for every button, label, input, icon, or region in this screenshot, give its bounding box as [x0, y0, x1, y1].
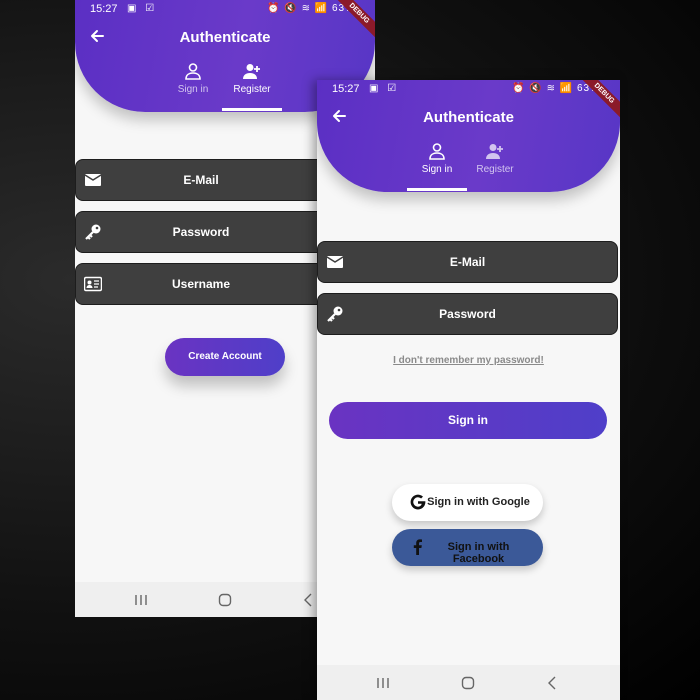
tab-register[interactable]: Register [465, 142, 525, 175]
create-account-button[interactable]: Create Account [165, 338, 285, 376]
status-bar: 15:27 ▣ ☑ ⏰ 🔇 ≋ 📶 63% [317, 80, 620, 98]
tab-label: Sign in [421, 164, 453, 175]
home-icon[interactable] [460, 675, 476, 691]
tab-label: Register [476, 164, 514, 175]
forgot-password-link[interactable]: I don't remember my password! [317, 355, 620, 366]
active-tab-indicator [407, 188, 467, 191]
password-field[interactable]: Password [75, 211, 327, 253]
google-label: Sign in with Google [427, 496, 530, 508]
password-field[interactable]: Password [317, 293, 618, 335]
facebook-sign-in-button[interactable]: Sign in with Facebook [392, 529, 543, 566]
status-time: 15:27 [332, 83, 360, 95]
tab-sign-in[interactable]: Sign in [407, 142, 467, 191]
google-sign-in-button[interactable]: Sign in with Google [392, 484, 543, 521]
password-label: Password [439, 307, 496, 321]
tab-sign-in[interactable]: Sign in [163, 62, 223, 95]
recents-icon[interactable] [133, 592, 149, 608]
sign-in-screen: 15:27 ▣ ☑ ⏰ 🔇 ≋ 📶 63% DEBUG Authenticate… [317, 80, 620, 700]
password-label: Password [172, 225, 230, 239]
username-field[interactable]: Username [75, 263, 327, 305]
back-icon[interactable] [301, 592, 317, 608]
facebook-label: Sign in with Facebook [447, 541, 510, 565]
email-label: E-Mail [449, 255, 486, 269]
app-header: 15:27 ▣ ☑ ⏰ 🔇 ≋ 📶 63% DEBUG Authenticate… [317, 80, 620, 192]
sign-in-button[interactable]: Sign in [329, 402, 607, 439]
status-notification-icons: ▣ ☑ [369, 83, 400, 94]
active-tab-indicator [222, 108, 282, 111]
home-icon[interactable] [217, 592, 233, 608]
status-notification-icons: ▣ ☑ [127, 3, 158, 14]
person-icon [429, 143, 445, 160]
email-label: E-Mail [183, 173, 219, 187]
tab-register[interactable]: Register [222, 62, 282, 111]
username-label: Username [171, 277, 231, 291]
page-title: Authenticate [423, 109, 514, 126]
page-title: Authenticate [179, 29, 271, 46]
tab-label: Sign in [177, 84, 209, 95]
email-field[interactable]: E-Mail [75, 159, 327, 201]
person-add-icon [243, 64, 260, 79]
person-icon [185, 63, 201, 80]
status-time: 15:27 [90, 3, 118, 15]
email-field[interactable]: E-Mail [317, 241, 618, 283]
person-add-icon [486, 144, 503, 159]
back-icon[interactable] [545, 675, 561, 691]
recents-icon[interactable] [375, 675, 391, 691]
tab-label: Register [233, 84, 271, 95]
status-bar: 15:27 ▣ ☑ ⏰ 🔇 ≋ 📶 63% [75, 0, 375, 18]
system-nav-bar [317, 665, 620, 700]
